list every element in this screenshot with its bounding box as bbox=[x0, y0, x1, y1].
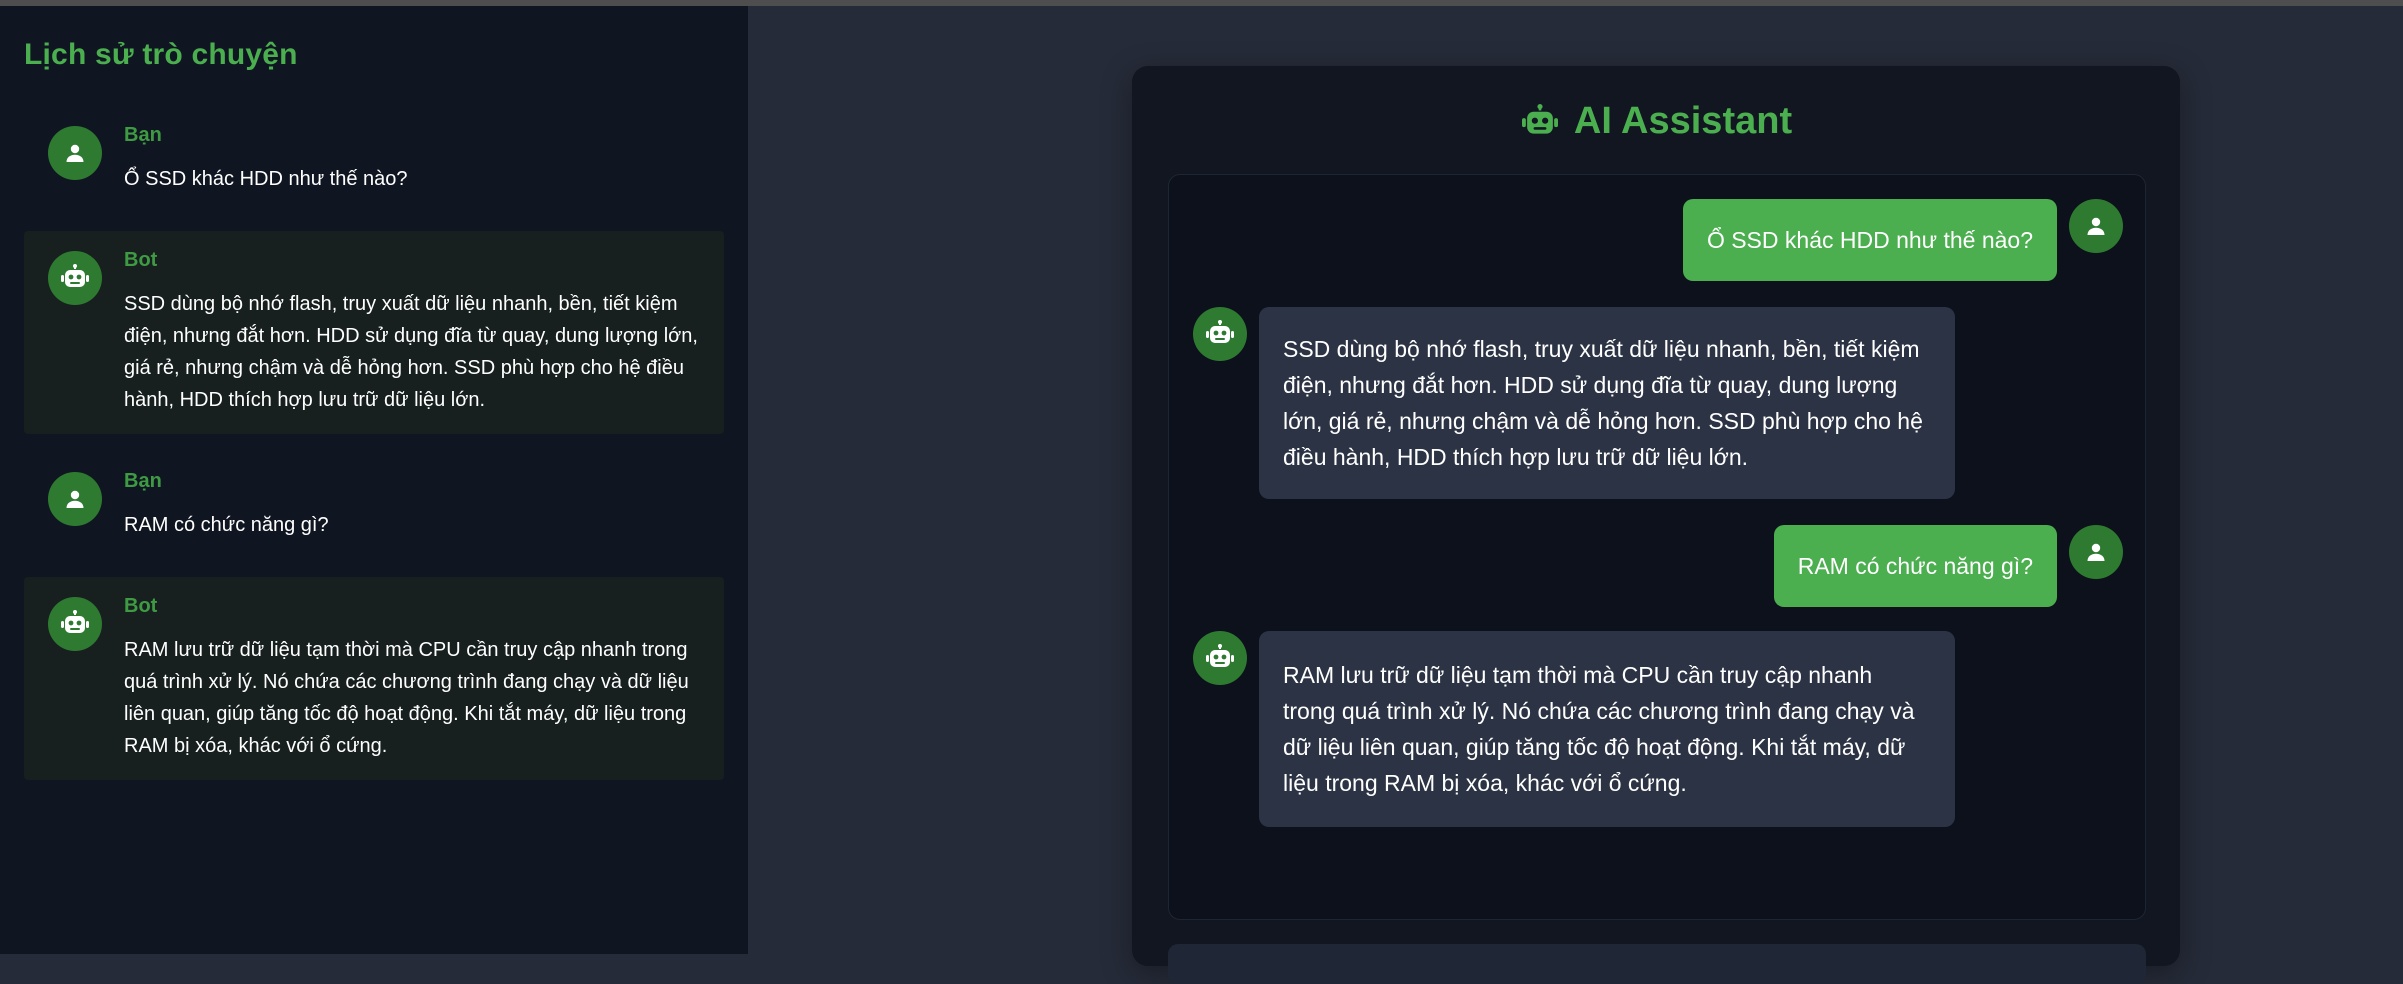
history-text: RAM có chức năng gì? bbox=[124, 514, 329, 536]
history-text: SSD dùng bộ nhớ flash, truy xuất dữ liệu… bbox=[124, 293, 698, 411]
user-message: RAM có chức năng gì? bbox=[1773, 525, 2123, 607]
history-text: Ổ SSD khác HDD như thế nào? bbox=[124, 168, 408, 190]
user-icon bbox=[48, 472, 102, 526]
bot-message: RAM lưu trữ dữ liệu tạm thời mà CPU cần … bbox=[1193, 631, 1955, 827]
user-icon bbox=[2069, 525, 2123, 579]
assistant-card: AI Assistant Ổ SSD khác HDD như thế nào?… bbox=[1132, 66, 2180, 984]
user-icon bbox=[2069, 199, 2123, 253]
message-input-area[interactable] bbox=[1168, 944, 2146, 984]
bot-message: SSD dùng bộ nhớ flash, truy xuất dữ liệu… bbox=[1193, 307, 1955, 499]
history-item[interactable]: Bot RAM lưu trữ dữ liệu tạm thời mà CPU … bbox=[24, 577, 724, 780]
user-icon bbox=[48, 126, 102, 180]
history-item[interactable]: Bạn RAM có chức năng gì? bbox=[24, 452, 724, 559]
bot-message-bubble: RAM lưu trữ dữ liệu tạm thời mà CPU cần … bbox=[1259, 631, 1955, 827]
history-author: Bot bbox=[124, 595, 158, 617]
user-message-bubble: RAM có chức năng gì? bbox=[1773, 525, 2057, 607]
history-author: Bạn bbox=[124, 124, 162, 146]
history-item[interactable]: Bot SSD dùng bộ nhớ flash, truy xuất dữ … bbox=[24, 231, 724, 434]
chat-messages-area[interactable]: Ổ SSD khác HDD như thế nào? SSD dùng bộ … bbox=[1168, 174, 2146, 920]
robot-icon bbox=[1193, 631, 1247, 685]
history-item[interactable]: Bạn Ổ SSD khác HDD như thế nào? bbox=[24, 106, 724, 213]
robot-icon bbox=[1520, 103, 1560, 140]
app-title-text: AI Assistant bbox=[1573, 100, 1793, 142]
user-message-bubble: Ổ SSD khác HDD như thế nào? bbox=[1682, 199, 2057, 281]
history-text: RAM lưu trữ dữ liệu tạm thời mà CPU cần … bbox=[124, 639, 689, 757]
history-author: Bot bbox=[124, 249, 158, 271]
robot-icon bbox=[1193, 307, 1247, 361]
app-title: AI Assistant bbox=[1132, 100, 2180, 143]
chat-history-sidebar: Lịch sử trò chuyện Bạn Ổ SSD khác HDD nh… bbox=[0, 6, 748, 954]
user-message: Ổ SSD khác HDD như thế nào? bbox=[1682, 199, 2123, 281]
history-author: Bạn bbox=[124, 470, 162, 492]
sidebar-title: Lịch sử trò chuyện bbox=[24, 38, 298, 71]
bot-message-bubble: SSD dùng bộ nhớ flash, truy xuất dữ liệu… bbox=[1259, 307, 1955, 499]
robot-icon bbox=[48, 597, 102, 651]
robot-icon bbox=[48, 251, 102, 305]
